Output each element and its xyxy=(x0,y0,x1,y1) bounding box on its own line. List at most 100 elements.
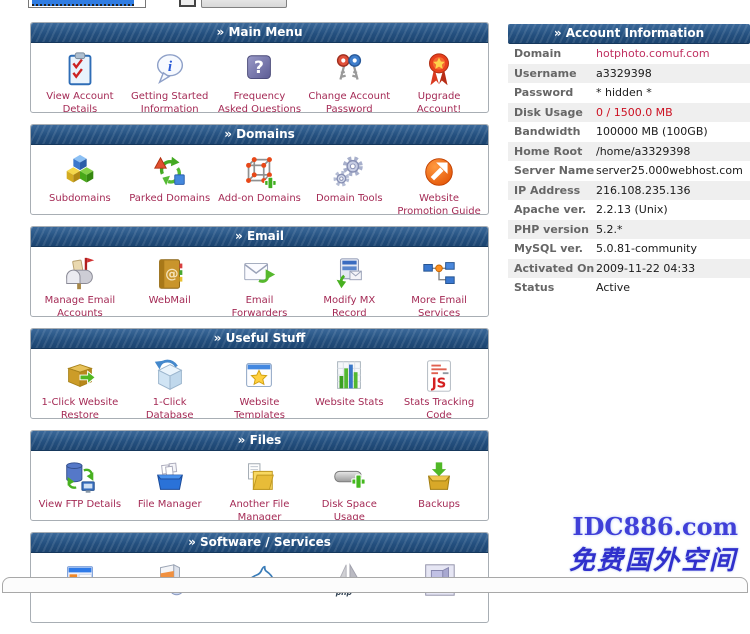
menu-item[interactable]: Website Promotion Guide xyxy=(394,151,484,215)
menu-item[interactable]: Backups xyxy=(394,457,484,521)
address-book-icon: @ xyxy=(125,253,215,295)
cubes-icon xyxy=(35,151,125,193)
account-row: Disk Usage0 / 1500.0 MB xyxy=(508,103,750,123)
menu-item[interactable]: Email Forwarders xyxy=(215,253,305,317)
menu-item-label: Subdomains xyxy=(35,193,125,206)
account-row-label: Bandwidth xyxy=(508,125,596,138)
mailbox-icon xyxy=(35,253,125,295)
menu-item[interactable]: Upgrade Account! xyxy=(394,49,484,113)
menu-item[interactable]: File Manager xyxy=(125,457,215,521)
account-row-label: Username xyxy=(508,67,596,80)
account-row-value: 5.0.81-community xyxy=(596,242,697,255)
account-row: Password* hidden * xyxy=(508,83,750,103)
account-row-label: MySQL ver. xyxy=(508,242,596,255)
keys-icon xyxy=(304,49,394,91)
menu-item-label: View FTP Details xyxy=(35,499,125,512)
account-row: Bandwidth100000 MB (100GB) xyxy=(508,122,750,142)
window-star-icon xyxy=(215,355,305,397)
watermark-chinese-text: 免费国外空间 xyxy=(569,540,737,577)
account-row: Home Root/home/a3329398 xyxy=(508,142,750,162)
section-header: » Files xyxy=(31,431,488,451)
account-row: StatusActive xyxy=(508,278,750,298)
menu-item[interactable]: More Email Services xyxy=(394,253,484,317)
menu-item[interactable]: Modify MX Record xyxy=(304,253,394,317)
file-box-icon xyxy=(125,457,215,499)
account-row-label: Activated On xyxy=(508,262,596,275)
menu-item[interactable]: JSStats Tracking Code xyxy=(394,355,484,419)
folder-files-icon xyxy=(215,457,305,499)
account-row-label: Apache ver. xyxy=(508,203,596,216)
account-row-value: 2009-11-22 04:33 xyxy=(596,262,695,275)
menu-item[interactable]: iGetting Started Information xyxy=(125,49,215,113)
section-header: » Email xyxy=(31,227,488,247)
menu-item[interactable]: 1-Click Database Restore xyxy=(125,355,215,419)
info-bubble-icon: i xyxy=(125,49,215,91)
disk-plus-icon xyxy=(304,457,394,499)
account-information-header: » Account Information xyxy=(508,24,750,44)
menu-item[interactable]: @WebMail xyxy=(125,253,215,317)
question-mark-icon: ? xyxy=(215,49,305,91)
account-row-label: Password xyxy=(508,86,596,99)
menu-item-label: Another File Manager xyxy=(215,499,305,521)
account-row-value[interactable]: hotphoto.comuf.com xyxy=(596,47,710,60)
menu-item[interactable]: Parked Domains xyxy=(125,151,215,215)
create-new-button[interactable]: Create New xyxy=(201,0,287,8)
menu-item[interactable]: Another File Manager xyxy=(215,457,305,521)
go-button[interactable]: Go xyxy=(179,0,196,7)
menu-item[interactable]: Website Stats xyxy=(304,355,394,419)
menu-item[interactable]: Add-on Domains xyxy=(215,151,305,215)
menu-item-label: 1-Click Website Restore xyxy=(35,397,125,419)
award-ribbon-icon xyxy=(394,49,484,91)
account-row: Usernamea3329398 xyxy=(508,64,750,84)
account-row-value: 5.2.* xyxy=(596,223,623,236)
account-row: MySQL ver.5.0.81-community xyxy=(508,239,750,259)
menu-item[interactable]: View Account Details xyxy=(35,49,125,113)
account-information-panel: » Account Information Domainhotphoto.com… xyxy=(508,24,750,298)
account-row-value: /home/a3329398 xyxy=(596,145,690,158)
menu-item-label: View Account Details xyxy=(35,91,125,113)
account-row: IP Address216.108.235.136 xyxy=(508,181,750,201)
account-row-value: server25.000webhost.com xyxy=(596,164,743,177)
section-header: » Domains xyxy=(31,125,488,145)
menu-item-label: Parked Domains xyxy=(125,193,215,206)
account-row-label: Server Name xyxy=(508,164,596,177)
account-row-label: Home Root xyxy=(508,145,596,158)
menu-item-label: WebMail xyxy=(125,295,215,308)
ftp-transfer-icon xyxy=(35,457,125,499)
envelope-forward-icon xyxy=(215,253,305,295)
account-row-value: Active xyxy=(596,281,630,294)
top-form: Go Create New xyxy=(28,0,318,9)
menu-item-label: More Email Services xyxy=(394,295,484,317)
menu-item-label: Stats Tracking Code xyxy=(394,397,484,419)
menu-item[interactable]: Subdomains xyxy=(35,151,125,215)
bottom-bar-sliver xyxy=(2,577,748,593)
menu-item-label: Website Stats xyxy=(304,397,394,410)
account-row: Apache ver.2.2.13 (Unix) xyxy=(508,200,750,220)
menu-item-label: Manage Email Accounts xyxy=(35,295,125,317)
menu-item[interactable]: ?Frequency Asked Questions xyxy=(215,49,305,113)
account-row: Domainhotphoto.comuf.com xyxy=(508,44,750,64)
section-files: » Files View FTP DetailsFile ManagerAnoth… xyxy=(30,430,489,521)
backup-box-icon xyxy=(394,457,484,499)
account-details-icon xyxy=(35,49,125,91)
domain-input[interactable] xyxy=(28,0,146,8)
menu-item-label: Backups xyxy=(394,499,484,512)
section-useful-stuff: » Useful Stuff1-Click Website Restore1-C… xyxy=(30,328,489,419)
menu-item[interactable]: Domain Tools xyxy=(304,151,394,215)
menu-item-label: Getting Started Information xyxy=(125,91,215,113)
account-row-label: Domain xyxy=(508,47,596,60)
account-row-value: * hidden * xyxy=(596,86,652,99)
menu-item-label: Domain Tools xyxy=(304,193,394,206)
menu-item-label: Upgrade Account! xyxy=(394,91,484,113)
menu-item[interactable]: Change Account Password xyxy=(304,49,394,113)
watermark-brand-text: IDC886.com xyxy=(572,512,738,541)
menu-item[interactable]: View FTP Details xyxy=(35,457,125,521)
menu-item[interactable]: 1-Click Website Restore xyxy=(35,355,125,419)
bar-chart-icon xyxy=(304,355,394,397)
menu-item[interactable]: Manage Email Accounts xyxy=(35,253,125,317)
section-email: » Email Manage Email Accounts@WebMailEmai… xyxy=(30,226,489,317)
account-row-label: Status xyxy=(508,281,596,294)
menu-item[interactable]: Website Templates xyxy=(215,355,305,419)
account-row-value: 0 / 1500.0 MB xyxy=(596,106,673,119)
menu-item[interactable]: Disk Space Usage xyxy=(304,457,394,521)
